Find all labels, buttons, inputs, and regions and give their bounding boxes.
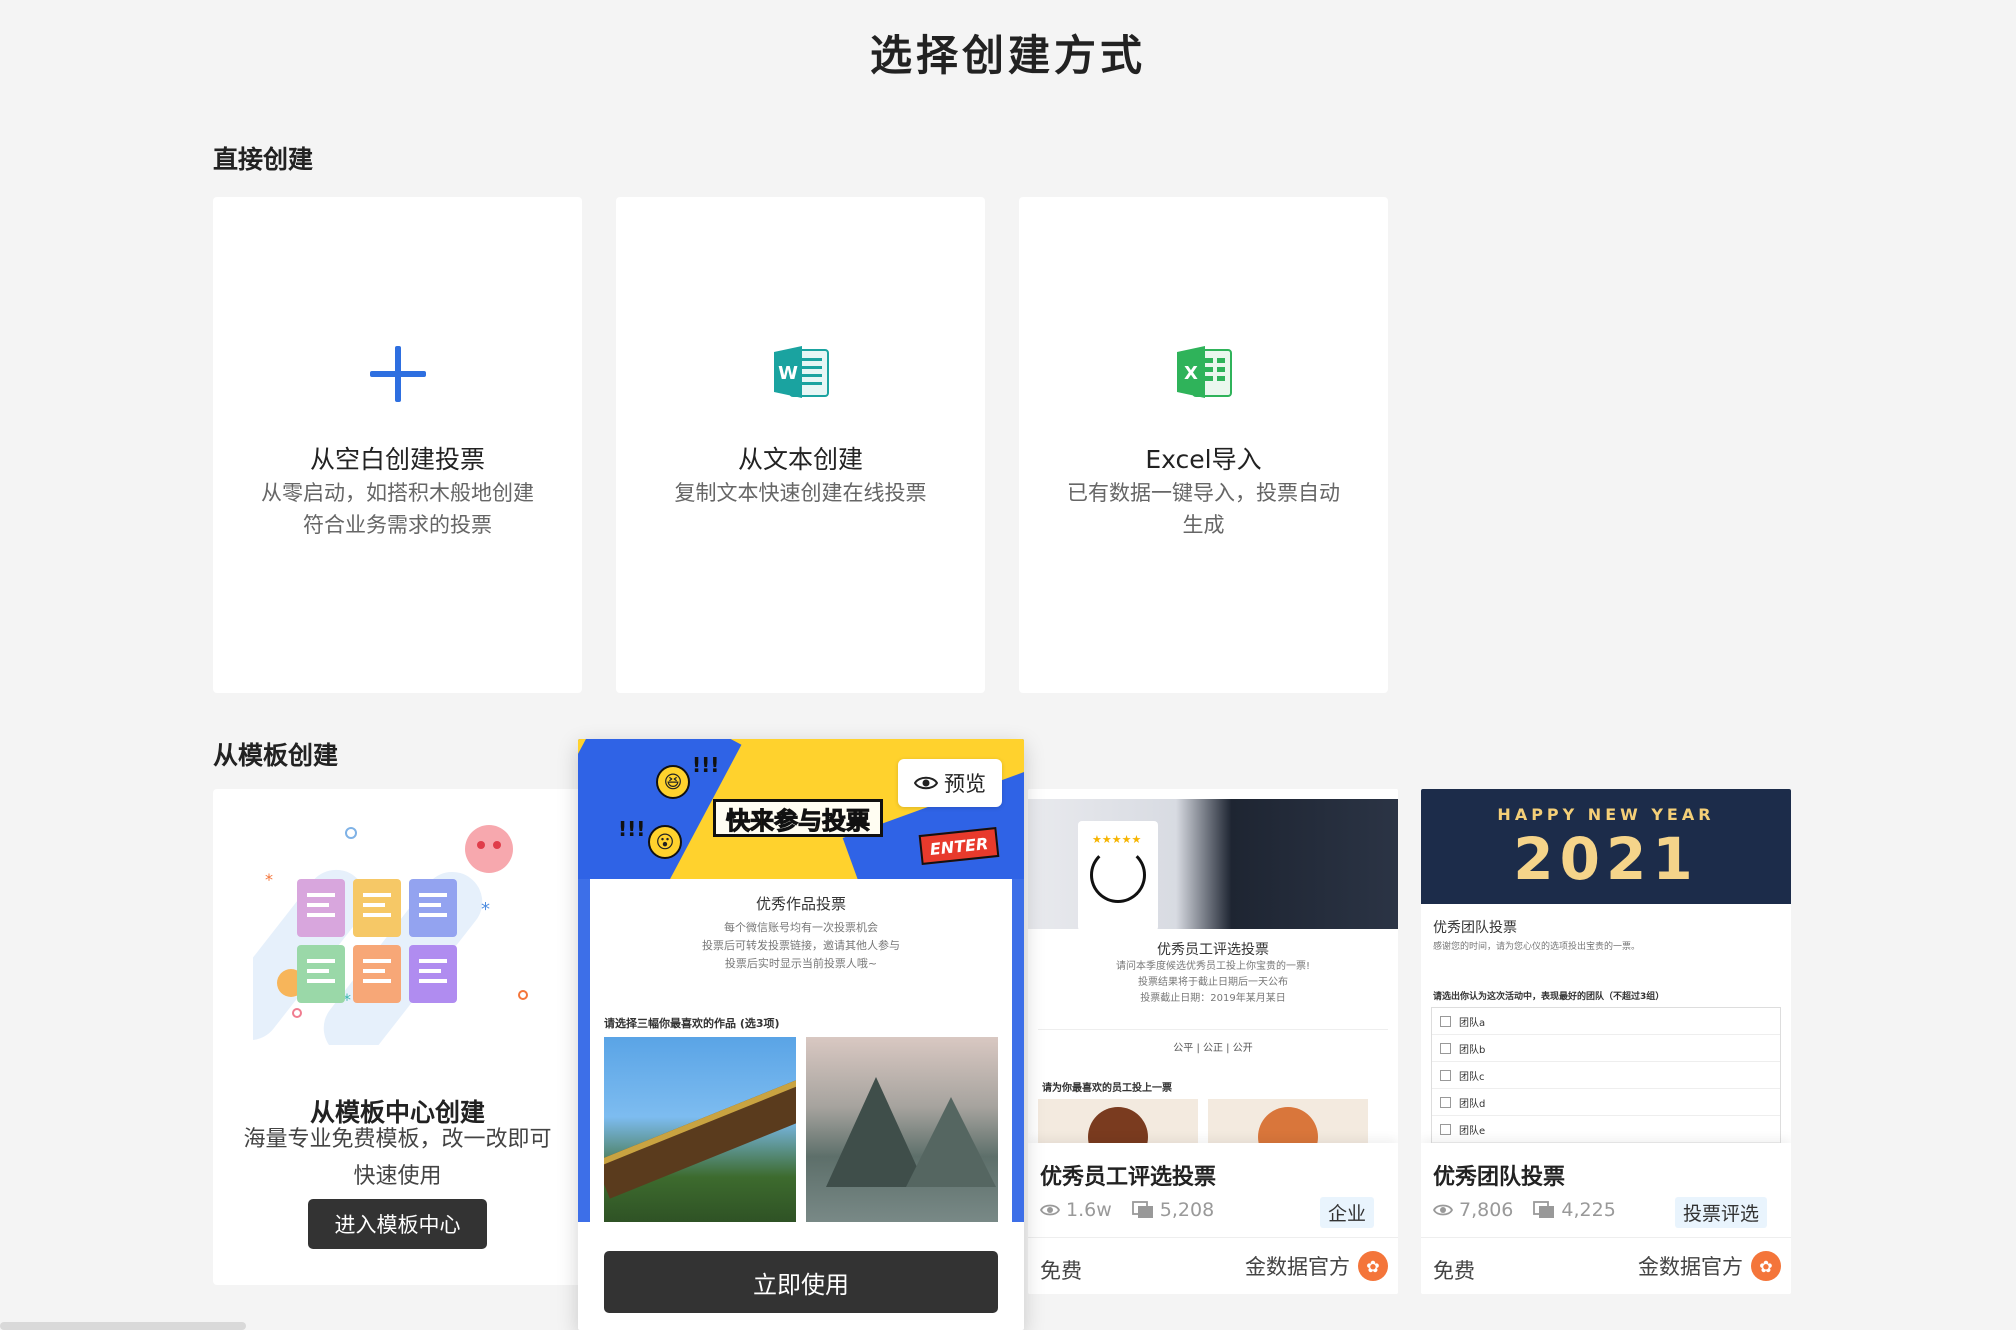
author: 金数据官方 ✿ <box>1638 1251 1781 1281</box>
create-blank-card[interactable]: 从空白创建投票 从零启动，如搭积木般地创建符合业务需求的投票 <box>213 197 582 693</box>
page-title: 选择创建方式 <box>869 31 1146 80</box>
template-thumbnail: HAPPY NEW YEAR 2021 优秀团队投票 感谢您的时间，请为您心仪的… <box>1421 789 1791 1143</box>
option-item: 团队d <box>1432 1089 1780 1116</box>
form-question: 请为你最喜欢的员工投上一票 <box>1042 1083 1172 1094</box>
copy-icon <box>1131 1201 1153 1218</box>
option-image-pagoda <box>604 1037 796 1222</box>
direct-create-heading: 直接创建 <box>213 145 314 174</box>
checkbox-icon <box>1440 1042 1451 1054</box>
template-title: 优秀员工评选投票 <box>1040 1165 1217 1190</box>
create-from-text-card[interactable]: W 从文本创建 复制文本快速创建在线投票 <box>616 197 985 693</box>
template-illustration: * * * <box>219 815 543 1059</box>
preview-label: 预览 <box>944 772 986 796</box>
template-center-card: * * * 从模板中心创建 海量专业免费模板，改一改即可快速使用 进入模板中心 <box>213 789 582 1285</box>
checkbox-icon <box>1440 1069 1451 1081</box>
author-name: 金数据官方 <box>1638 1255 1743 1279</box>
candidate-avatars <box>1038 1099 1368 1143</box>
checkbox-icon <box>1440 1015 1451 1027</box>
form-question: 请选择三幅你最喜欢的作品 (选3项) <box>604 1017 780 1030</box>
excel-import-title: Excel导入 <box>1145 445 1262 474</box>
smiley-card-photo: ★★★★★ <box>1028 799 1398 931</box>
preview-button[interactable]: 预览 <box>898 759 1002 807</box>
price-label: 免费 <box>1040 1259 1082 1283</box>
option-list: 团队a 团队b 团队c 团队d 团队e <box>1431 1007 1781 1143</box>
form-desc: 请问本季度候选优秀员工投上你宝贵的一票! 投票结果将于截止日期后一天公布 投票截… <box>1115 961 1310 1004</box>
jinshuju-logo-icon: ✿ <box>1358 1251 1388 1281</box>
template-thumbnail: ★★★★★ 优秀员工评选投票 请问本季度候选优秀员工投上你宝贵的一票! 投票结果… <box>1028 789 1398 1143</box>
create-from-text-title: 从文本创建 <box>737 445 863 474</box>
svg-text:*: * <box>265 870 273 889</box>
create-from-text-desc: 复制文本快速创建在线投票 <box>674 481 927 505</box>
copy-icon <box>1533 1201 1555 1218</box>
use-count: 4,225 <box>1561 1199 1616 1221</box>
excel-import-desc: 已有数据一键导入，投票自动生成 <box>1067 481 1340 537</box>
form-desc: 每个微信账号均有一次投票机会 投票后可转发投票链接，邀请其他人参与 投票后实时显… <box>702 921 900 970</box>
form-desc: 感谢您的时间，请为您心仪的选项投出宝贵的一票。 <box>1433 942 1641 952</box>
category-tag[interactable]: 企业 <box>1319 1197 1374 1228</box>
template-stats: 7,806 4,225 <box>1433 1199 1616 1221</box>
vote-template-card-hovered[interactable]: 😆 😮 !!! !!! 快来参与投票 ENTER 优秀作品投票 每个微信账号均有… <box>578 739 1024 1330</box>
option-image-landscape <box>806 1037 998 1222</box>
jinshuju-logo-icon: ✿ <box>1751 1251 1781 1281</box>
option-item: 团队c <box>1432 1062 1780 1089</box>
option-item: 团队b <box>1432 1035 1780 1062</box>
employee-vote-template-card[interactable]: ★★★★★ 优秀员工评选投票 请问本季度候选优秀员工投上你宝贵的一票! 投票结果… <box>1028 789 1398 1294</box>
template-title: 优秀团队投票 <box>1433 1165 1566 1190</box>
form-subtitle: 公平 | 公正 | 公开 <box>1173 1043 1253 1054</box>
template-form-preview: 优秀作品投票 每个微信账号均有一次投票机会 投票后可转发投票链接，邀请其他人参与… <box>590 879 1012 1222</box>
shocked-emoji-icon: 😮 <box>648 825 682 859</box>
smiley-face-icon <box>1090 847 1146 903</box>
eye-icon <box>1040 1204 1060 1216</box>
excel-doc-icon: X <box>1019 344 1388 404</box>
word-doc-icon: W <box>616 344 985 404</box>
excel-import-card[interactable]: X Excel导入 已有数据一键导入，投票自动生成 <box>1019 197 1388 693</box>
checkbox-icon <box>1440 1096 1451 1108</box>
banner-sign: 快来参与投票 <box>713 799 883 837</box>
option-item: 团队e <box>1432 1116 1780 1143</box>
view-count: 1.6w <box>1066 1199 1112 1221</box>
author: 金数据官方 ✿ <box>1245 1251 1388 1281</box>
form-title: 优秀团队投票 <box>1433 920 1517 936</box>
horizontal-scrollbar[interactable] <box>0 1322 246 1330</box>
use-count: 5,208 <box>1159 1199 1215 1221</box>
form-title: 优秀作品投票 <box>755 895 846 913</box>
plus-icon <box>213 344 582 404</box>
word-icon-letter: W <box>778 363 798 384</box>
create-blank-title: 从空白创建投票 <box>309 445 485 474</box>
form-title: 优秀员工评选投票 <box>1157 942 1269 958</box>
option-item: 团队a <box>1432 1008 1780 1035</box>
template-meta: 优秀团队投票 7,806 4,225 投票评选 免费 金数据官方 ✿ <box>1421 1143 1791 1294</box>
template-stats: 1.6w 5,208 <box>1040 1199 1214 1221</box>
author-name: 金数据官方 <box>1245 1255 1350 1279</box>
eye-icon <box>1433 1204 1453 1216</box>
new-year-banner: HAPPY NEW YEAR 2021 <box>1421 789 1791 904</box>
price-label: 免费 <box>1433 1259 1475 1283</box>
laughing-emoji-icon: 😆 <box>656 765 690 799</box>
enter-template-center-button[interactable]: 进入模板中心 <box>308 1199 487 1249</box>
template-thumbnail: 😆 😮 !!! !!! 快来参与投票 ENTER 优秀作品投票 每个微信账号均有… <box>578 739 1024 1222</box>
category-tag[interactable]: 投票评选 <box>1674 1197 1767 1228</box>
eye-icon <box>914 776 938 790</box>
template-meta: 优秀员工评选投票 1.6w 5,208 企业 免费 金数据官方 ✿ <box>1028 1143 1398 1294</box>
template-create-heading: 从模板创建 <box>213 741 339 770</box>
create-blank-desc: 从零启动，如搭积木般地创建符合业务需求的投票 <box>261 481 534 537</box>
use-now-button[interactable]: 立即使用 <box>604 1251 998 1313</box>
team-vote-template-card[interactable]: HAPPY NEW YEAR 2021 优秀团队投票 感谢您的时间，请为您心仪的… <box>1421 789 1791 1294</box>
view-count: 7,806 <box>1459 1199 1514 1221</box>
excel-icon-letter: X <box>1184 363 1198 384</box>
stars-rating: ★★★★★ <box>1092 833 1142 846</box>
template-center-desc: 海量专业免费模板，改一改即可快速使用 <box>243 1127 552 1189</box>
banner-year: 2021 <box>1513 825 1699 893</box>
form-question: 请选出你认为这次活动中，表现最好的团队（不超过3组） <box>1433 992 1665 1002</box>
checkbox-icon <box>1440 1123 1451 1135</box>
svg-text:*: * <box>481 899 490 920</box>
banner-top-text: HAPPY NEW YEAR <box>1497 805 1715 824</box>
